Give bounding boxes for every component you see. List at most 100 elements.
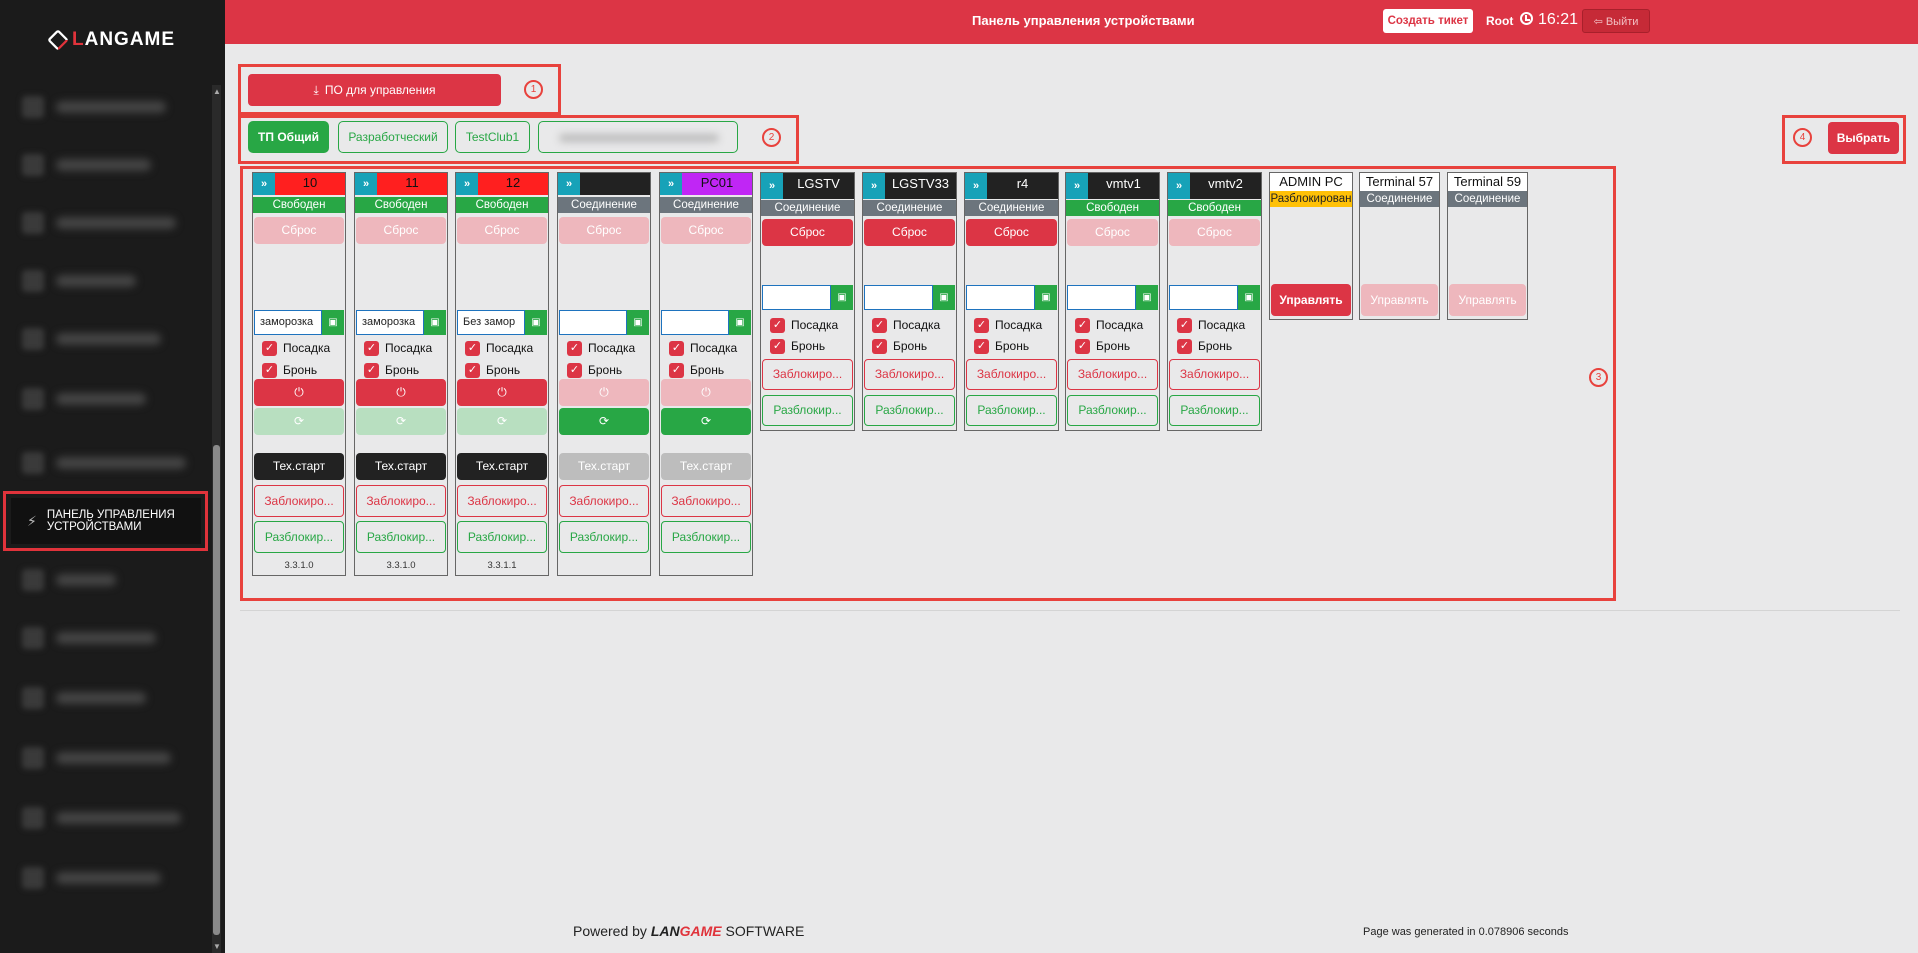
manage-button[interactable]: Управлять [1449,284,1526,316]
tab-hidden-club[interactable] [538,121,738,153]
sidebar-item[interactable] [22,623,202,653]
tab-testclub1[interactable]: TestClub1 [455,121,530,153]
note-field[interactable]: заморозка [356,310,424,335]
unlock-button[interactable]: Разблокир... [254,521,344,553]
reset-button[interactable]: Сброс [1169,219,1260,246]
lock-button[interactable]: Заблокиро... [254,485,344,517]
lock-button[interactable]: Заблокиро... [661,485,751,517]
reset-button[interactable]: Сброс [356,217,446,244]
seat-checkbox[interactable]: ✓ Посадка [364,339,432,357]
sidebar-item[interactable] [22,803,202,833]
save-icon[interactable]: ▣ [933,285,955,310]
booking-checkbox[interactable]: ✓ Бронь [872,337,927,355]
chevron-down-icon[interactable]: » [355,173,377,195]
lock-button[interactable]: Заблокиро... [864,359,955,390]
note-field[interactable]: Без замор [457,310,525,335]
chevron-down-icon[interactable]: » [660,173,682,195]
booking-checkbox[interactable]: ✓ Бронь [770,337,825,355]
booking-checkbox[interactable]: ✓ Бронь [465,361,520,379]
reset-button[interactable]: Сброс [1067,219,1158,246]
lock-button[interactable]: Заблокиро... [762,359,853,390]
power-icon[interactable]: ⏻ [356,379,446,406]
lock-button[interactable]: Заблокиро... [559,485,649,517]
sync-icon[interactable]: ⟳ [559,408,649,435]
unlock-button[interactable]: Разблокир... [661,521,751,553]
note-field[interactable] [1067,285,1136,310]
save-icon[interactable]: ▣ [1238,285,1260,310]
scrollbar-thumb[interactable] [213,445,220,935]
save-icon[interactable]: ▣ [627,310,649,335]
choose-button[interactable]: Выбрать [1828,122,1899,154]
sync-icon[interactable]: ⟳ [254,408,344,435]
scroll-up-arrow-icon[interactable]: ▲ [213,87,221,96]
reset-button[interactable]: Сброс [661,217,751,244]
save-icon[interactable]: ▣ [525,310,547,335]
manage-button[interactable]: Управлять [1271,284,1351,316]
note-field[interactable] [661,310,729,335]
sync-icon[interactable]: ⟳ [661,408,751,435]
tech-start-button[interactable]: Тех.старт [457,453,547,480]
save-icon[interactable]: ▣ [1136,285,1158,310]
unlock-button[interactable]: Разблокир... [559,521,649,553]
note-field[interactable] [762,285,831,310]
reset-button[interactable]: Сброс [457,217,547,244]
booking-checkbox[interactable]: ✓ Бронь [1177,337,1232,355]
seat-checkbox[interactable]: ✓ Посадка [1177,316,1245,334]
reset-button[interactable]: Сброс [254,217,344,244]
seat-checkbox[interactable]: ✓ Посадка [1075,316,1143,334]
save-icon[interactable]: ▣ [831,285,853,310]
booking-checkbox[interactable]: ✓ Бронь [262,361,317,379]
reset-button[interactable]: Сброс [559,217,649,244]
seat-checkbox[interactable]: ✓ Посадка [465,339,533,357]
unlock-button[interactable]: Разблокир... [966,395,1057,426]
scroll-down-arrow-icon[interactable]: ▼ [213,942,221,951]
seat-checkbox[interactable]: ✓ Посадка [262,339,330,357]
tech-start-button[interactable]: Тех.старт [661,453,751,480]
power-icon[interactable]: ⏻ [254,379,344,406]
lock-button[interactable]: Заблокиро... [356,485,446,517]
booking-checkbox[interactable]: ✓ Бронь [669,361,724,379]
tab-general[interactable]: ТП Общий [248,121,329,153]
seat-checkbox[interactable]: ✓ Посадка [974,316,1042,334]
sidebar-item[interactable] [22,208,202,238]
sidebar-item[interactable] [22,448,202,478]
save-icon[interactable]: ▣ [1035,285,1057,310]
note-field[interactable]: заморозка [254,310,322,335]
sidebar-item[interactable] [22,384,202,414]
sidebar-item[interactable] [22,150,202,180]
chevron-down-icon[interactable]: » [761,173,783,199]
unlock-button[interactable]: Разблокир... [457,521,547,553]
seat-checkbox[interactable]: ✓ Посадка [567,339,635,357]
booking-checkbox[interactable]: ✓ Бронь [364,361,419,379]
unlock-button[interactable]: Разблокир... [864,395,955,426]
save-icon[interactable]: ▣ [322,310,344,335]
logout-button[interactable]: ⇦ Выйти [1582,9,1650,33]
unlock-button[interactable]: Разблокир... [1169,395,1260,426]
booking-checkbox[interactable]: ✓ Бронь [1075,337,1130,355]
lock-button[interactable]: Заблокиро... [457,485,547,517]
power-icon[interactable]: ⏻ [661,379,751,406]
sidebar-item[interactable] [22,324,202,354]
lock-button[interactable]: Заблокиро... [966,359,1057,390]
sidebar-item[interactable] [22,743,202,773]
booking-checkbox[interactable]: ✓ Бронь [567,361,622,379]
seat-checkbox[interactable]: ✓ Посадка [872,316,940,334]
manage-button[interactable]: Управлять [1361,284,1438,316]
seat-checkbox[interactable]: ✓ Посадка [669,339,737,357]
download-software-button[interactable]: ⤓ ПО для управления [248,74,501,106]
tech-start-button[interactable]: Тех.старт [559,453,649,480]
note-field[interactable] [966,285,1035,310]
sidebar-item[interactable] [22,863,202,893]
create-ticket-button[interactable]: Создать тикет [1383,9,1473,33]
note-field[interactable] [559,310,627,335]
sidebar-item[interactable] [22,92,202,122]
power-icon[interactable]: ⏻ [559,379,649,406]
sidebar-item[interactable] [22,266,202,296]
lock-button[interactable]: Заблокиро... [1169,359,1260,390]
sidebar-scrollbar[interactable]: ▲ ▼ [212,85,221,953]
power-icon[interactable]: ⏻ [457,379,547,406]
chevron-down-icon[interactable]: » [456,173,478,195]
unlock-button[interactable]: Разблокир... [762,395,853,426]
save-icon[interactable]: ▣ [424,310,446,335]
save-icon[interactable]: ▣ [729,310,751,335]
